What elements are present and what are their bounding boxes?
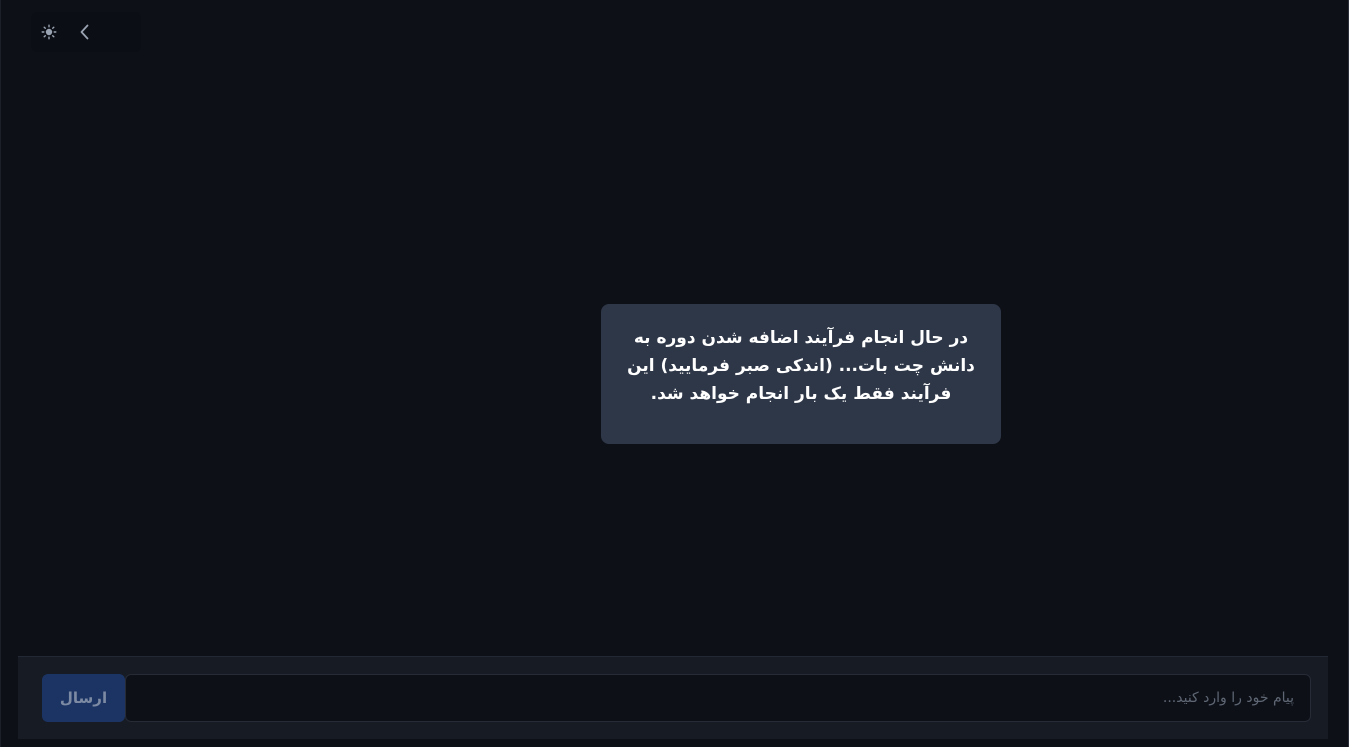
sun-icon[interactable] [31, 14, 67, 50]
system-message-bubble: در حال انجام فرآیند اضافه شدن دوره به دا… [601, 304, 1001, 444]
message-composer: ارسال [18, 656, 1328, 739]
top-controls [31, 12, 141, 52]
chat-app: در حال انجام فرآیند اضافه شدن دوره به دا… [0, 0, 1349, 747]
message-input[interactable] [125, 674, 1311, 722]
chevron-left-icon[interactable] [67, 14, 103, 50]
send-button[interactable]: ارسال [42, 674, 125, 722]
